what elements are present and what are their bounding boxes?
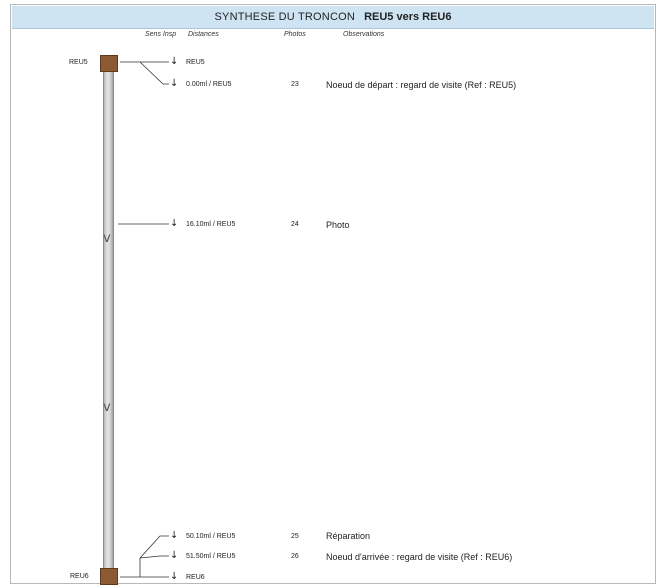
down-arrow-icon: ↓ (170, 530, 179, 541)
row-distance: 0.00ml / REU5 (186, 81, 232, 88)
down-arrow-icon: ↓ (170, 218, 179, 229)
row-label-end-node: REU6 (186, 574, 205, 581)
row-observation: Réparation (326, 531, 371, 541)
row-photo-number: 23 (291, 81, 299, 88)
row-distance: 50.10ml / REU5 (186, 533, 236, 540)
row-distance: 51.50ml / REU5 (186, 553, 236, 560)
row-observation: Noeud de départ : regard de visite (Ref … (326, 80, 517, 90)
row-distance: 16.10ml / REU5 (186, 221, 236, 228)
down-arrow-icon: ↓ (170, 78, 179, 89)
down-arrow-icon: ↓ (170, 56, 179, 67)
row-photo-number: 26 (291, 553, 299, 560)
row-photo-number: 25 (291, 533, 299, 540)
down-arrow-icon: ↓ (170, 550, 179, 561)
row-observation: Photo (326, 220, 350, 230)
connector-line (139, 535, 169, 559)
connector-line (139, 61, 169, 85)
row-observation: Noeud d'arrivée : regard de visite (Ref … (326, 552, 513, 562)
row-photo-number: 24 (291, 221, 299, 228)
row-label-start-node: REU5 (186, 59, 205, 66)
down-arrow-icon: ↓ (170, 571, 179, 582)
connector-line (139, 555, 169, 559)
